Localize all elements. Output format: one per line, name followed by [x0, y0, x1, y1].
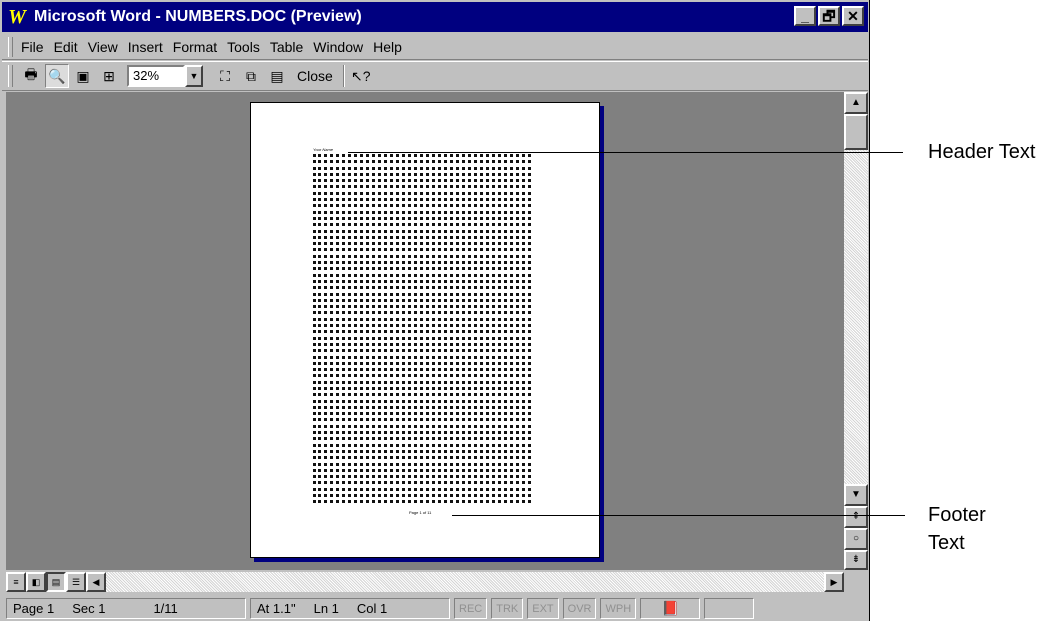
status-empty-panel: [704, 598, 755, 619]
select-browse-object-icon[interactable]: ○: [844, 528, 868, 550]
close-preview-button[interactable]: Close: [297, 68, 333, 84]
print-icon[interactable]: 🖶: [19, 64, 43, 88]
status-page-panel: Page 1 Sec 1 1/11: [6, 598, 246, 619]
scroll-left-icon[interactable]: ◀: [86, 572, 106, 592]
minimize-button[interactable]: _: [794, 6, 816, 26]
online-layout-icon[interactable]: ◧: [26, 572, 46, 592]
zoom-dropdown-chevron-down-icon[interactable]: ▼: [185, 65, 203, 87]
header-callout-label: Header Text: [928, 141, 1036, 163]
preview-area[interactable]: Your Name Page 1 of 11: [6, 92, 844, 570]
status-ovr-indicator[interactable]: OVR: [562, 598, 597, 619]
status-page: Page 1: [13, 601, 55, 616]
status-page-count: 1/11: [153, 601, 178, 616]
footer-callout-label-line1: Footer: [928, 504, 986, 526]
next-page-icon[interactable]: ⇟: [844, 550, 868, 570]
normal-view-icon[interactable]: ≡: [6, 572, 26, 592]
previous-page-icon[interactable]: ⇞: [844, 506, 868, 528]
restore-button[interactable]: 🗗: [818, 6, 840, 26]
menu-format[interactable]: Format: [173, 39, 217, 55]
magnifier-icon[interactable]: 🔍: [45, 64, 69, 88]
horizontal-scroll-track[interactable]: [106, 572, 824, 592]
menu-table[interactable]: Table: [270, 39, 303, 55]
menu-view[interactable]: View: [88, 39, 118, 55]
horizontal-scrollbar: ≡ ◧ ▤ ☰ ◀ ▶: [6, 572, 844, 592]
status-position-panel: At 1.1" Ln 1 Col 1: [250, 598, 450, 619]
window-controls: _ 🗗 ✕: [794, 6, 864, 26]
page-header-text: Your Name: [313, 147, 334, 152]
scroll-thumb[interactable]: [844, 114, 868, 150]
menu-bar: File Edit View Insert Format Tools Table…: [2, 34, 868, 60]
spelling-status-panel[interactable]: 📕: [640, 598, 701, 619]
header-callout-line: [348, 152, 903, 153]
status-bar: Page 1 Sec 1 1/11 At 1.1" Ln 1 Col 1 REC…: [2, 596, 868, 621]
document-page[interactable]: Your Name Page 1 of 11: [250, 102, 600, 558]
menu-insert[interactable]: Insert: [128, 39, 163, 55]
status-wph-indicator[interactable]: WPH: [600, 598, 637, 619]
menu-help[interactable]: Help: [373, 39, 402, 55]
title-bar[interactable]: W Microsoft Word - NUMBERS.DOC (Preview)…: [2, 2, 868, 32]
menu-file[interactable]: File: [21, 39, 44, 55]
page-layout-view-icon[interactable]: ▤: [46, 572, 66, 592]
menu-edit[interactable]: Edit: [54, 39, 78, 55]
close-window-button[interactable]: ✕: [842, 6, 864, 26]
word-window: W Microsoft Word - NUMBERS.DOC (Preview)…: [0, 0, 870, 621]
toolbar-separator: [342, 65, 345, 87]
footer-callout-line: [452, 515, 905, 516]
status-ext-indicator[interactable]: EXT: [527, 598, 559, 619]
scroll-down-icon[interactable]: ▼: [844, 484, 868, 506]
status-rec-indicator[interactable]: REC: [454, 598, 488, 619]
full-screen-icon[interactable]: ▤: [265, 64, 289, 88]
preview-toolbar: 🖶 🔍 ▣ ⊞ 32% ▼ ⛶ ⧉ ▤ Close ↖?: [2, 61, 868, 91]
vertical-scrollbar[interactable]: ▲ ▼ ⇞ ○ ⇟: [844, 92, 868, 570]
menu-window[interactable]: Window: [313, 39, 363, 55]
zoom-input[interactable]: 32%: [127, 65, 185, 87]
spelling-book-icon[interactable]: 📕: [661, 600, 678, 617]
status-line: Ln 1: [313, 601, 339, 616]
word-app-icon[interactable]: W: [6, 6, 28, 28]
page-body-text: [313, 154, 531, 507]
menu-tools[interactable]: Tools: [227, 39, 260, 55]
scroll-right-icon[interactable]: ▶: [824, 572, 844, 592]
page-text-line: [313, 500, 531, 506]
one-page-icon[interactable]: ▣: [71, 64, 95, 88]
shrink-to-fit-icon[interactable]: ⧉: [239, 64, 263, 88]
context-help-icon[interactable]: ↖?: [349, 64, 373, 88]
view-ruler-icon[interactable]: ⛶: [213, 64, 237, 88]
outline-view-icon[interactable]: ☰: [66, 572, 86, 592]
status-at: At 1.1": [257, 601, 296, 616]
window-title: Microsoft Word - NUMBERS.DOC (Preview): [34, 8, 362, 25]
status-column: Col 1: [356, 601, 388, 616]
page-footer-text: Page 1 of 11: [409, 510, 432, 515]
multiple-pages-icon[interactable]: ⊞: [97, 64, 121, 88]
status-trk-indicator[interactable]: TRK: [491, 598, 524, 619]
scroll-up-icon[interactable]: ▲: [844, 92, 868, 114]
footer-callout-label-line2: Text: [928, 532, 965, 554]
status-section: Sec 1: [72, 601, 106, 616]
